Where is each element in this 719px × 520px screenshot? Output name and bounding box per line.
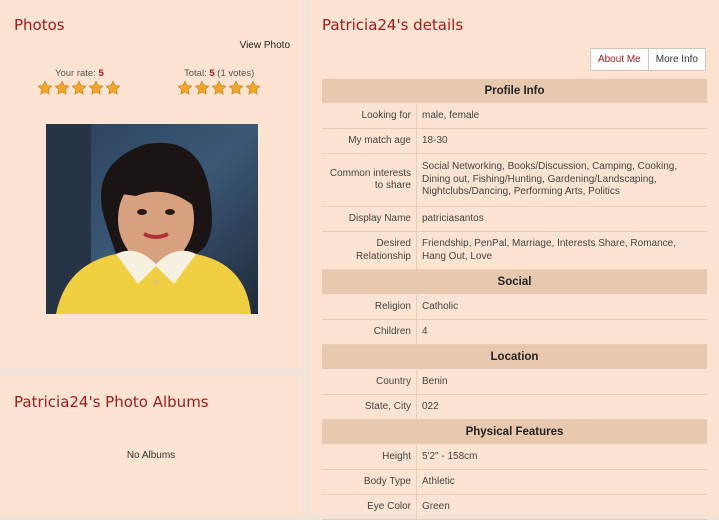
your-rate-label: Your rate:: [55, 68, 96, 79]
star-icon: [54, 80, 70, 95]
detail-label: Country: [322, 369, 417, 395]
detail-value: Social Networking, Books/Discussion, Cam…: [416, 153, 707, 207]
detail-value: Benin: [416, 369, 707, 395]
detail-label: Eye Color: [322, 494, 417, 520]
detail-value: Catholic: [416, 294, 707, 320]
star-icon: [177, 80, 193, 95]
detail-label: Display Name: [322, 206, 417, 232]
detail-value: Athletic: [416, 469, 707, 495]
detail-row-desired-relationship: Desired Relationship Friendship, PenPal,…: [322, 231, 707, 270]
detail-label: Common interests to share: [322, 153, 417, 207]
star-icon: [228, 80, 244, 95]
detail-label: Looking for: [322, 103, 417, 129]
star-icon: [105, 80, 121, 95]
total-rating-stars: [177, 80, 261, 96]
detail-value: patriciasantos: [416, 206, 707, 232]
photos-panel: Photos View Photo Your rate: 5 Total: 5 …: [0, 0, 302, 368]
view-photo-link[interactable]: View Photo: [240, 40, 290, 51]
total-rate-label: Total:: [184, 68, 207, 79]
albums-title: Patricia24's Photo Albums: [14, 393, 209, 411]
detail-value: 022: [416, 394, 707, 420]
total-votes: (1 votes): [217, 68, 255, 79]
detail-label: My match age: [322, 128, 417, 154]
albums-panel: Patricia24's Photo Albums No Albums: [0, 376, 302, 514]
section-header-physical-features: Physical Features: [322, 419, 707, 445]
total-rate-value: 5: [209, 68, 215, 79]
detail-row-height: Height 5'2" - 158cm: [322, 444, 707, 470]
your-rating-stars[interactable]: [37, 80, 121, 96]
section-header-social: Social: [322, 269, 707, 295]
star-icon: [245, 80, 261, 95]
detail-label: Desired Relationship: [322, 231, 417, 270]
detail-value: male, female: [416, 103, 707, 129]
detail-row-eye-color: Eye Color Green: [322, 494, 707, 520]
tab-about-me[interactable]: About Me: [591, 49, 649, 70]
detail-value: Friendship, PenPal, Marriage, Interests …: [416, 231, 707, 270]
detail-row-country: Country Benin: [322, 369, 707, 395]
no-albums-text: No Albums: [126, 450, 176, 461]
photos-title: Photos: [14, 16, 65, 34]
detail-row-state-city: State, City 022: [322, 394, 707, 420]
star-icon: [71, 80, 87, 95]
detail-label: State, City: [322, 394, 417, 420]
star-icon: [37, 80, 53, 95]
star-icon: [194, 80, 210, 95]
section-title: Physical Features: [322, 419, 707, 445]
detail-label: Religion: [322, 294, 417, 320]
detail-row-display-name: Display Name patriciasantos: [322, 206, 707, 232]
total-rate: Total: 5 (1 votes): [184, 68, 254, 79]
your-rate: Your rate: 5: [55, 68, 104, 79]
details-title: Patricia24's details: [322, 16, 464, 34]
profile-photo[interactable]: [46, 124, 258, 314]
details-table: Profile Info Looking for male, female My…: [322, 79, 707, 520]
detail-row-children: Children 4: [322, 319, 707, 345]
detail-value: Green: [416, 494, 707, 520]
detail-label: Children: [322, 319, 417, 345]
star-icon: [88, 80, 104, 95]
your-rate-value: 5: [98, 68, 104, 79]
detail-value: 18-30: [416, 128, 707, 154]
section-title: Location: [322, 344, 707, 370]
section-title: Profile Info: [322, 79, 707, 104]
detail-row-common-interests: Common interests to share Social Network…: [322, 153, 707, 207]
section-title: Social: [322, 269, 707, 295]
detail-value: 5'2" - 158cm: [416, 444, 707, 470]
star-icon: [211, 80, 227, 95]
detail-row-body-type: Body Type Athletic: [322, 469, 707, 495]
detail-row-religion: Religion Catholic: [322, 294, 707, 320]
profile-photo-image: [46, 124, 258, 314]
detail-row-match-age: My match age 18-30: [322, 128, 707, 154]
detail-value: 4: [416, 319, 707, 345]
section-header-location: Location: [322, 344, 707, 370]
section-header-profile-info: Profile Info: [322, 79, 707, 104]
detail-label: Body Type: [322, 469, 417, 495]
detail-row-looking-for: Looking for male, female: [322, 103, 707, 129]
detail-label: Height: [322, 444, 417, 470]
details-tabs: About Me More Info: [589, 48, 706, 71]
tab-more-info[interactable]: More Info: [649, 49, 705, 70]
